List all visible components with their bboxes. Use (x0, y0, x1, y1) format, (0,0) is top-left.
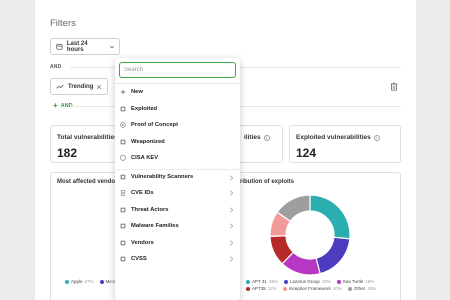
document-icon (120, 190, 126, 196)
page-title: Filters (50, 18, 76, 29)
menu-item-label: CVSS (131, 256, 147, 263)
legend-item: Sea Turtle 16% (336, 279, 375, 284)
legend-percent: 27% (84, 279, 94, 284)
menu-item-exploited[interactable]: Exploited (115, 101, 240, 118)
legend-swatch (336, 279, 341, 284)
menu-item-label: Threat Actors (131, 206, 169, 213)
filter-chip-trending[interactable]: Trending (50, 78, 108, 95)
legend-label: Sea Turtle (342, 279, 364, 284)
menu-item-new[interactable]: New (115, 84, 240, 101)
legend-item: APT 31 26% (246, 279, 278, 284)
menu-item-label: Malware Families (131, 223, 179, 230)
chevron-down-icon (110, 45, 115, 48)
legend-percent: 26% (268, 279, 278, 284)
menu-item-cisa-kev[interactable]: CISA KEV (115, 150, 240, 167)
date-range-label: Last 24 hours (66, 40, 88, 53)
legend-swatch (282, 286, 287, 291)
chevron-right-icon (230, 190, 234, 196)
building-icon (120, 240, 126, 246)
scanner-icon (120, 174, 126, 180)
menu-item-malware-families[interactable]: Malware Families (115, 218, 240, 235)
legend-percent: 16% (365, 279, 375, 284)
chevron-right-icon (230, 256, 234, 262)
legend-swatch (246, 279, 250, 284)
menu-item-label: Proof of Concept (131, 122, 179, 129)
search-input[interactable] (119, 62, 236, 78)
menu-item-vulnerability-scanners[interactable]: Vulnerability Scanners (115, 168, 240, 186)
filters-panel: Filters Last 24 hours AND Trending + OR (35, 0, 416, 300)
menu-item-label: Weaponized (131, 138, 165, 145)
stat-label: Exploited vulnerabilities i (296, 134, 380, 141)
legend-swatch (99, 279, 104, 284)
legend-label: Other (353, 286, 366, 291)
stat-label: ilities i (244, 134, 270, 141)
legend-percent: 15% (367, 286, 377, 291)
legend-item: Lazarus Group 19% (283, 279, 331, 284)
exploit-slice-1[interactable] (315, 236, 351, 275)
sparkle-icon (120, 89, 126, 96)
chart-card-exploits: tribution of exploits APT 31 26% Lazarus G… (231, 172, 401, 300)
menu-item-label: CVE IDs (131, 190, 154, 197)
stat-value: 182 (57, 146, 78, 160)
menu-list: New Exploited Proof of Concept Weaponized CI… (115, 84, 240, 268)
menu-item-label: Vendors (131, 239, 154, 246)
malware-icon (120, 223, 126, 229)
bug-icon (120, 106, 126, 112)
info-icon[interactable]: i (263, 134, 270, 141)
date-range-dropdown[interactable]: Last 24 hours (50, 38, 120, 55)
target-icon (120, 122, 126, 128)
menu-item-cvss[interactable]: CVSS (115, 251, 240, 268)
legend-swatch (246, 286, 250, 291)
chevron-right-icon (230, 174, 234, 181)
legend-swatch (283, 279, 288, 284)
close-icon[interactable] (96, 84, 102, 90)
legend-item: Micro (99, 279, 117, 284)
menu-item-vendors[interactable]: Vendors (115, 235, 240, 252)
bomb-icon (120, 139, 126, 145)
actor-icon (120, 207, 126, 213)
gauge-icon (120, 256, 126, 262)
chevron-right-icon (230, 223, 234, 229)
calendar-icon (56, 43, 63, 50)
legend-item: Inception Framework 10% (282, 286, 342, 291)
legend-percent: 12% (267, 286, 277, 291)
legend-label: Inception Framework (288, 286, 331, 291)
exploit-slice-0[interactable] (309, 194, 351, 240)
stat-card-exploited: Exploited vulnerabilities i 124 (289, 125, 401, 163)
legend-item: Other 15% (347, 286, 377, 291)
trend-line-icon (56, 84, 64, 89)
menu-item-label: New (131, 89, 143, 96)
trash-icon[interactable] (390, 82, 398, 91)
menu-item-threat-actors[interactable]: Threat Actors (115, 202, 240, 219)
legend-label: Apple (71, 279, 83, 284)
legend-percent: 19% (321, 279, 331, 284)
menu-item-label: Exploited (131, 105, 158, 112)
chevron-right-icon (230, 206, 234, 213)
legend-percent: 10% (332, 286, 342, 291)
filter-type-menu: New Exploited Proof of Concept Weaponized CI… (115, 58, 240, 300)
legend-item: Apple 27% (65, 279, 94, 284)
legend-swatch (65, 279, 69, 284)
menu-item-proof-of-concept[interactable]: Proof of Concept (115, 117, 240, 134)
legend-swatch (347, 286, 352, 291)
shield-icon (120, 155, 126, 162)
stat-value: 124 (296, 146, 317, 160)
plus-icon: + (53, 101, 58, 110)
legend-label: APT35 (252, 286, 266, 291)
menu-item-label: Vulnerability Scanners (131, 174, 194, 181)
menu-item-weaponized[interactable]: Weaponized (115, 134, 240, 151)
chevron-right-icon (230, 239, 234, 246)
stat-label: Total vulnerabilities (57, 134, 118, 141)
and-operator-label: AND (50, 64, 62, 70)
info-icon[interactable]: i (373, 134, 380, 141)
chart-legend: APT 31 26% Lazarus Group 19% Sea Turtle 16% AP… (246, 279, 396, 291)
legend-label: Lazarus Group (289, 279, 320, 284)
legend-item: APT35 12% (246, 286, 277, 291)
filter-chip-label: Trending (68, 83, 94, 90)
menu-item-label: CISA KEV (131, 155, 159, 162)
menu-item-cve-ids[interactable]: CVE IDs (115, 185, 240, 202)
legend-label: APT 31 (252, 279, 267, 284)
